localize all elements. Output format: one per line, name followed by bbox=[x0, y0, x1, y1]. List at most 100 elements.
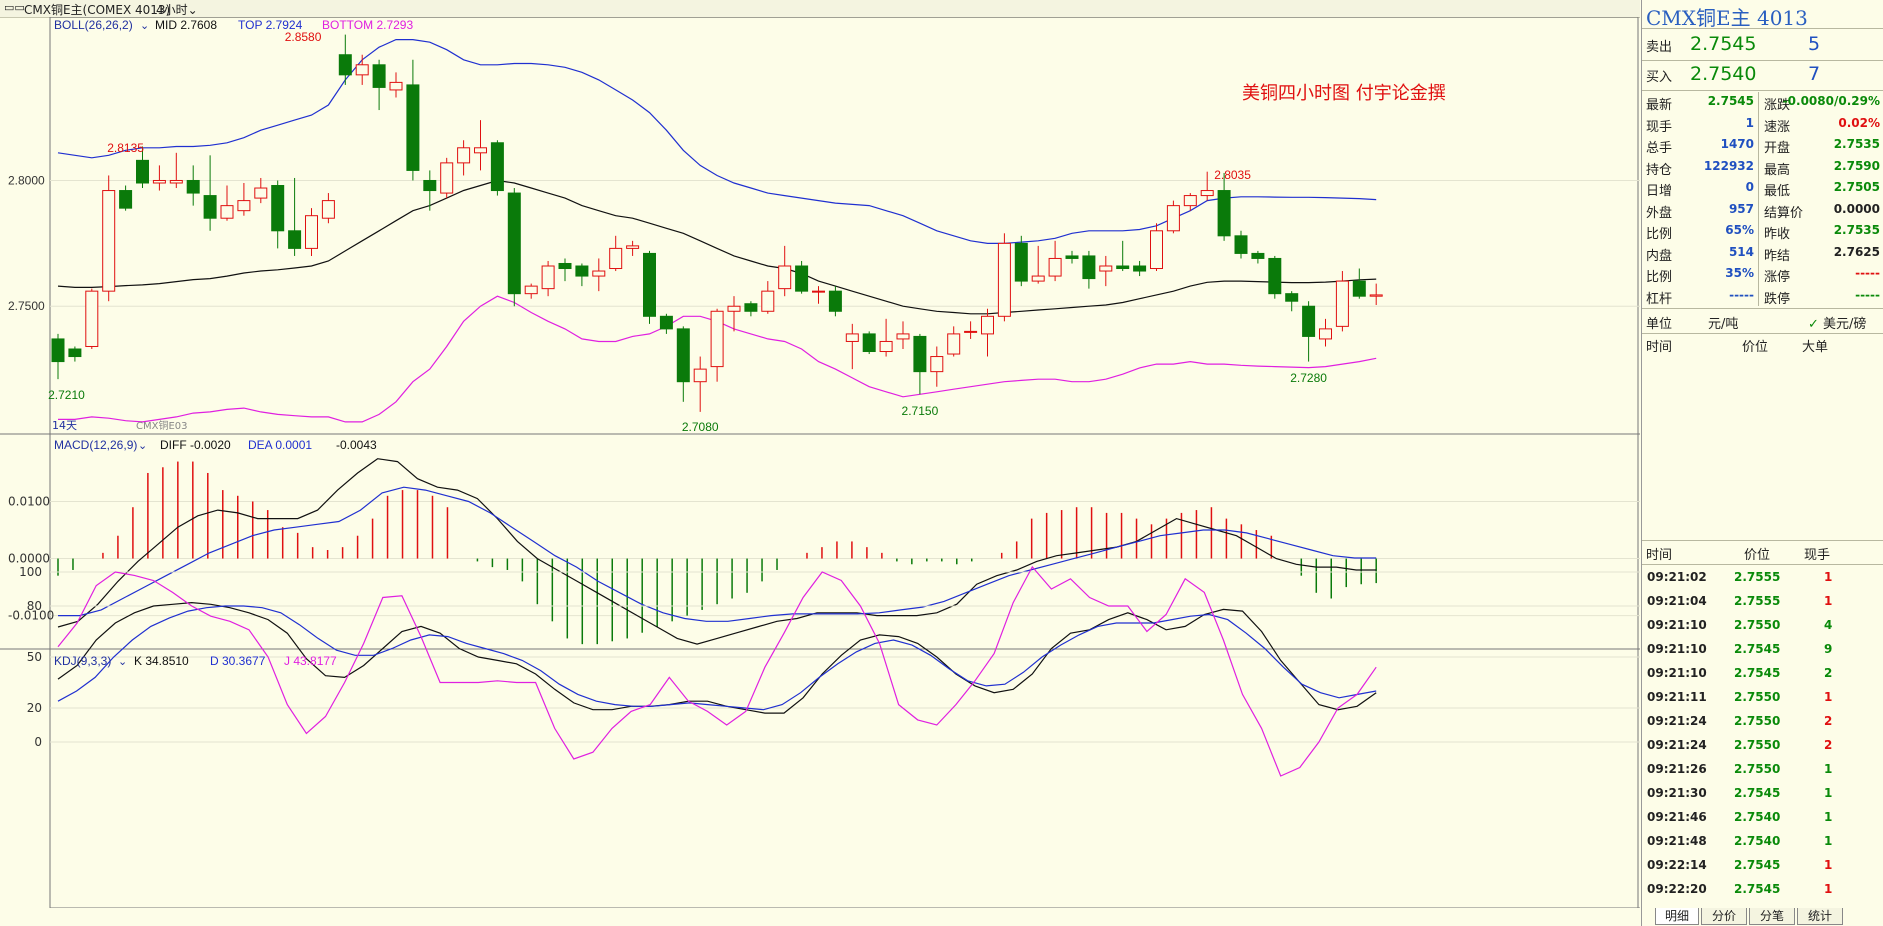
kdj-j-value: J 43.8177 bbox=[284, 654, 337, 668]
trade-row[interactable]: 09:21:24 2.7550 2 bbox=[1642, 712, 1883, 734]
trade-price: 2.7550 bbox=[1734, 762, 1781, 776]
ask-row: 卖出 2.7545 5 bbox=[1642, 32, 1883, 58]
menu-icon[interactable]: ▭▭ bbox=[4, 1, 25, 14]
stat-label: 最低 bbox=[1764, 184, 1791, 199]
candle-body bbox=[389, 81, 403, 91]
trade-row[interactable]: 09:21:10 2.7545 2 bbox=[1642, 664, 1883, 686]
candle-body bbox=[845, 333, 859, 342]
trade-price: 2.7550 bbox=[1734, 618, 1781, 632]
candle-body bbox=[457, 147, 471, 164]
boll-mid-line bbox=[57, 179, 1377, 315]
candle-body bbox=[1082, 255, 1096, 280]
trade-row[interactable]: 09:21:02 2.7555 1 bbox=[1642, 568, 1883, 590]
bid-row: 买入 2.7540 7 bbox=[1642, 62, 1883, 88]
stat-row: 现手 1 速涨 0.02% bbox=[1642, 114, 1883, 136]
stat-value: 2.7535 bbox=[1833, 137, 1880, 151]
trade-row[interactable]: 09:21:24 2.7550 2 bbox=[1642, 736, 1883, 758]
trade-row[interactable]: 09:21:26 2.7550 1 bbox=[1642, 760, 1883, 782]
unit-row: 单位 元/吨 ✓ 美元/磅 bbox=[1642, 310, 1883, 332]
trade-price: 2.7545 bbox=[1734, 882, 1781, 896]
stat-label: 总手 bbox=[1646, 141, 1673, 156]
contract-label[interactable]: CMX铜E主(COMEX 4013) bbox=[24, 1, 170, 18]
trade-row[interactable]: 09:21:48 2.7540 1 bbox=[1642, 832, 1883, 854]
candle-body bbox=[1251, 252, 1265, 259]
candle-body bbox=[1166, 205, 1180, 232]
trade-price: 2.7545 bbox=[1734, 642, 1781, 656]
candle-body bbox=[997, 242, 1011, 317]
price-tick: 2.7500 bbox=[8, 299, 45, 313]
trade-time: 09:21:46 bbox=[1647, 810, 1707, 824]
trough-label: 2.7150 bbox=[902, 404, 939, 418]
tab-detail[interactable]: 明细 bbox=[1655, 908, 1699, 925]
unit-label: 单位 bbox=[1646, 317, 1673, 332]
trade-size: 2 bbox=[1824, 714, 1833, 728]
stat-label: 持仓 bbox=[1646, 162, 1673, 178]
trade-row[interactable]: 09:21:04 2.7555 1 bbox=[1642, 592, 1883, 614]
trade-size: 1 bbox=[1824, 834, 1833, 848]
candle-body bbox=[321, 200, 335, 219]
macd-tick: 0.0100 bbox=[8, 495, 50, 509]
trade-row[interactable]: 09:21:11 2.7550 1 bbox=[1642, 688, 1883, 710]
candle-body bbox=[1217, 190, 1231, 237]
trade-time: 09:21:26 bbox=[1647, 762, 1707, 776]
quote-panel: CMX铜E主 4013 卖出 2.7545 5 买入 2.7540 7 最新 2.… bbox=[1641, 0, 1883, 926]
candle-body bbox=[406, 84, 420, 171]
trade-row[interactable]: 09:21:10 2.7545 9 bbox=[1642, 640, 1883, 662]
candle-body bbox=[778, 265, 792, 290]
trade-row[interactable]: 09:21:10 2.7550 4 bbox=[1642, 616, 1883, 638]
stat-row: 最新 2.7545 涨跌 -0.0080/0.29% bbox=[1642, 92, 1883, 114]
candle-body bbox=[676, 328, 690, 383]
stat-value: -0.0080/0.29% bbox=[1782, 94, 1880, 108]
unit-value[interactable]: 元/吨 bbox=[1708, 313, 1738, 332]
tab-stats[interactable]: 统计 bbox=[1797, 908, 1843, 925]
candle-body bbox=[237, 200, 251, 212]
kdj-tick: 0 bbox=[34, 735, 42, 749]
period-selector[interactable]: 4小时⌄ bbox=[156, 1, 198, 18]
tab-price[interactable]: 分价 bbox=[1701, 908, 1747, 925]
candle-body bbox=[1319, 328, 1332, 340]
candle-body bbox=[203, 195, 217, 219]
candle-body bbox=[947, 333, 961, 355]
trade-row[interactable]: 09:22:14 2.7545 1 bbox=[1642, 856, 1883, 878]
stat-value: 0 bbox=[1745, 180, 1754, 194]
stat-label: 涨停 bbox=[1764, 270, 1791, 285]
trade-row[interactable]: 09:22:20 2.7545 1 bbox=[1642, 880, 1883, 902]
buy-volume: 7 bbox=[1808, 63, 1821, 85]
stat-value: 2.7590 bbox=[1833, 158, 1880, 173]
trade-time: 09:21:24 bbox=[1647, 738, 1707, 752]
tab-ticks[interactable]: 分笔 bbox=[1749, 908, 1795, 925]
sell-label: 卖出 bbox=[1646, 40, 1673, 55]
candle-body bbox=[1048, 257, 1062, 277]
candle-body bbox=[541, 265, 555, 290]
trades-size-header: 现手 bbox=[1804, 548, 1831, 563]
chevron-down-icon: ⌄ bbox=[138, 439, 147, 452]
candle-body bbox=[828, 290, 842, 312]
stat-label: 结算价 bbox=[1764, 205, 1804, 221]
candle-body bbox=[930, 356, 944, 373]
stat-label: 杠杆 bbox=[1646, 291, 1673, 307]
stat-row: 日增 0 最低 2.7505 bbox=[1642, 178, 1883, 200]
trades-time-header: 时间 bbox=[1646, 548, 1673, 563]
stat-value: ----- bbox=[1855, 287, 1880, 302]
check-icon: ✓ bbox=[1808, 317, 1819, 332]
trough-label: 2.7080 bbox=[682, 420, 719, 434]
peak-label: 2.8035 bbox=[1214, 168, 1251, 182]
kline-chart[interactable]: 2.8000 2.7500 BOLL(26,26,2) ⌄ MID 2.7608 TOP … bbox=[0, 17, 1640, 908]
candle-body bbox=[271, 185, 285, 232]
trade-time: 09:22:20 bbox=[1647, 882, 1707, 896]
kdj-label: KDJ(9,3,3) bbox=[54, 654, 111, 668]
stat-value: 957 bbox=[1728, 201, 1754, 216]
trade-row[interactable]: 09:21:46 2.7540 1 bbox=[1642, 808, 1883, 830]
kdj-d-value: D 30.3677 bbox=[210, 654, 266, 668]
candle-body bbox=[659, 315, 673, 330]
macd-tick: 0.0000 bbox=[8, 552, 50, 566]
candle-body bbox=[592, 270, 606, 277]
trade-price: 2.7550 bbox=[1734, 690, 1781, 704]
candle-body bbox=[338, 54, 352, 76]
trade-row[interactable]: 09:21:30 2.7545 1 bbox=[1642, 784, 1883, 806]
price-tick: 2.8000 bbox=[8, 173, 45, 187]
unit-alt-toggle[interactable]: ✓ 美元/磅 bbox=[1808, 313, 1866, 332]
macd-label: MACD(12,26,9) bbox=[54, 438, 137, 452]
stat-label: 外盘 bbox=[1646, 205, 1673, 221]
trade-price: 2.7555 bbox=[1734, 594, 1781, 608]
